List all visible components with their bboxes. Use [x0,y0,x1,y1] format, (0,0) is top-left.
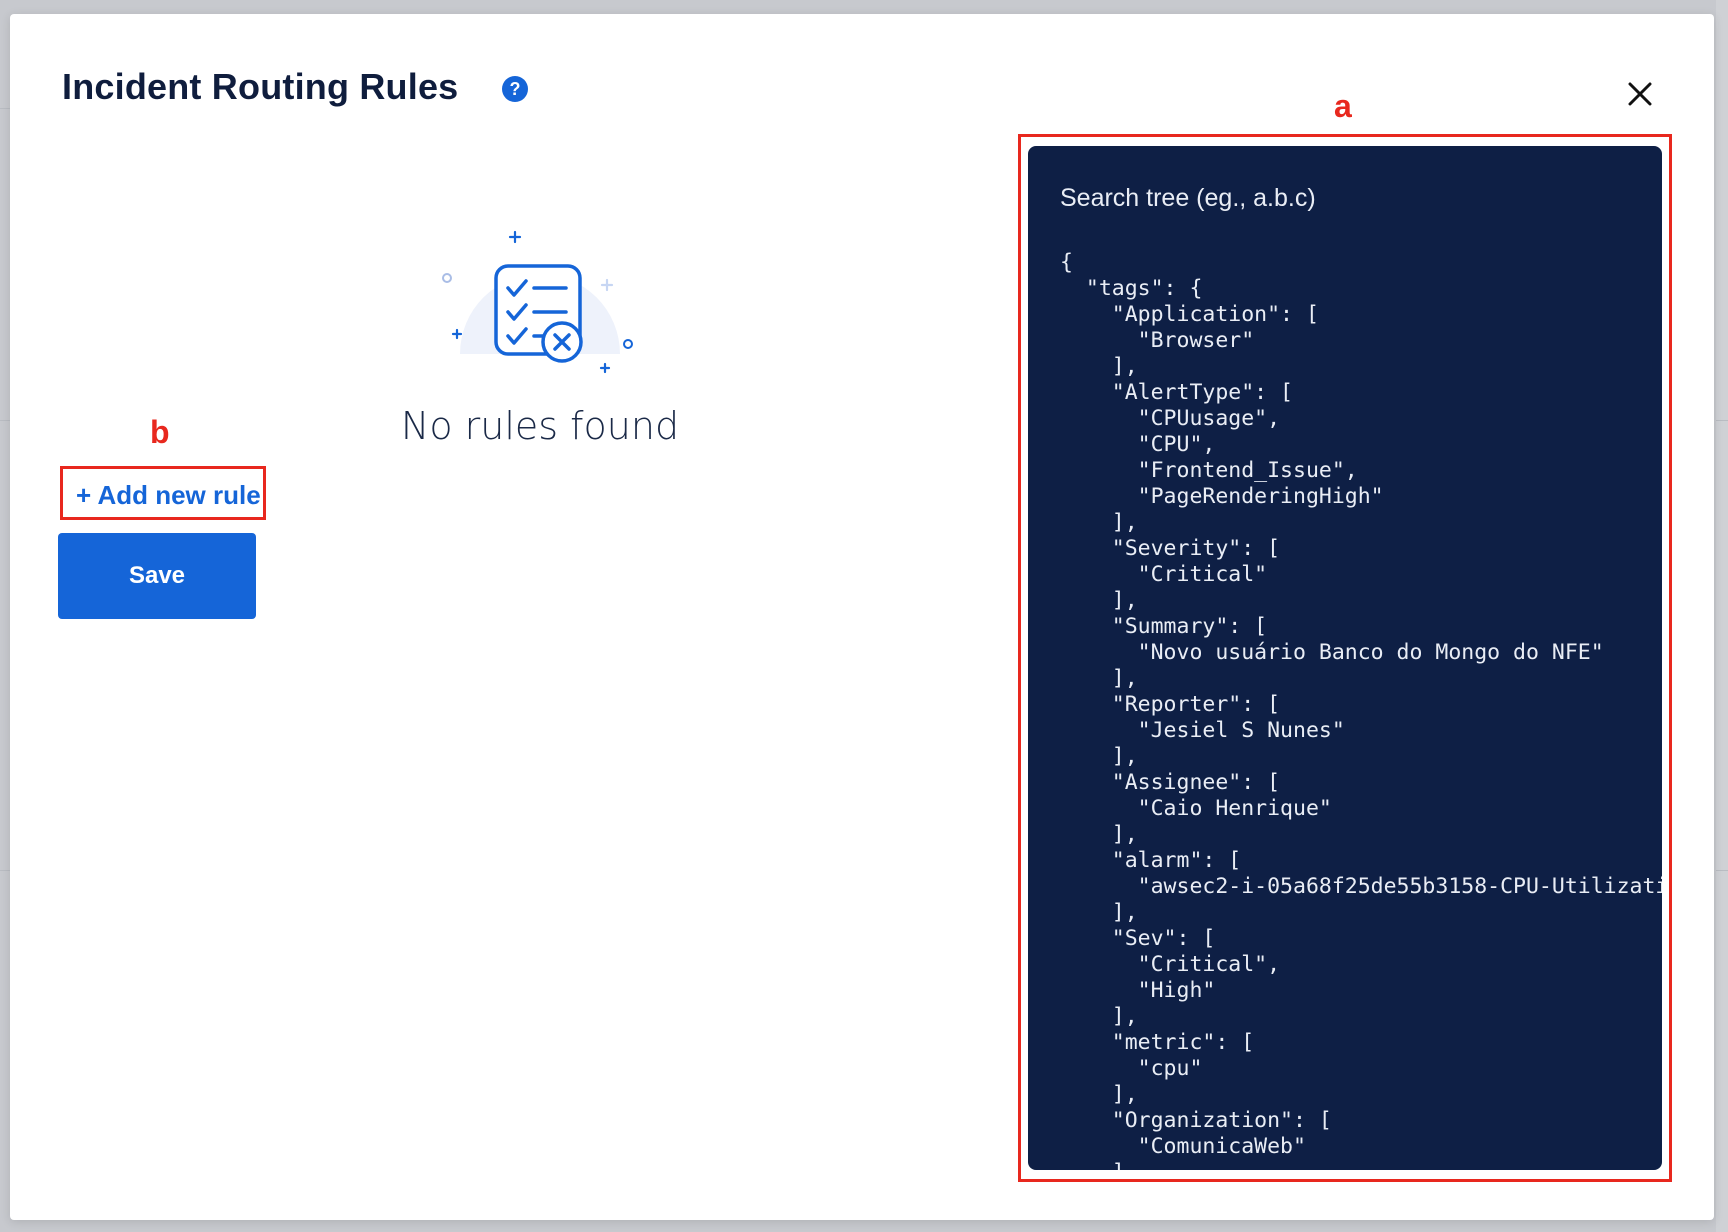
checklist-with-x-icon [442,230,633,374]
annotation-label-b: b [150,414,170,450]
incident-routing-rules-modal: Incident Routing Rules ? a No rules foun… [10,14,1714,1220]
json-tree-line: "Reporter": [ [1060,692,1281,717]
backdrop-divider [0,870,10,871]
json-tree-line: "Organization": [ [1060,1108,1332,1133]
json-tree-line: ], [1060,354,1138,379]
json-tree-line: "Assignee": [ [1060,770,1281,795]
json-tree-line: "Severity": [ [1060,536,1281,561]
json-tree-line: "Browser" [1060,328,1255,353]
json-tree-line: "High" [1060,978,1216,1003]
close-button[interactable] [1622,76,1658,112]
backdrop-divider [1716,420,1728,421]
backdrop-divider [0,420,10,421]
json-tree-line: "CPU", [1060,432,1216,457]
json-tree-line: "AlertType": [ [1060,380,1293,405]
backdrop-divider [1716,870,1728,871]
json-tree-line: "Jesiel S Nunes" [1060,718,1345,743]
json-tree-view[interactable]: { "tags": { "Application": [ "Browser" ]… [1060,250,1662,1170]
json-tree-line: "Sev": [ [1060,926,1216,951]
json-tree-line: "Critical" [1060,562,1268,587]
json-tree-line: "awsec2-i-05a68f25de55b3158-CPU-Utilizat… [1060,874,1662,899]
json-tree-line: "CPUusage", [1060,406,1281,431]
json-tree-line: "Novo usuário Banco do Mongo do NFE" [1060,640,1604,665]
json-tree-line: ], [1060,1004,1138,1029]
json-tree-line: "Frontend_Issue", [1060,458,1358,483]
json-tree-line: "metric": [ [1060,1030,1255,1055]
empty-state-message: No rules found [400,404,680,448]
add-new-rule-link[interactable]: + Add new rule [76,480,261,511]
json-tree-line: ], [1060,1160,1662,1170]
json-tree-line: "tags": { [1060,276,1203,301]
save-button[interactable]: Save [58,533,256,619]
backdrop-right-edge [1716,0,1728,1232]
json-tree-line: ], [1060,1082,1138,1107]
close-icon [1628,82,1652,106]
json-tree-line: { [1060,250,1073,275]
json-tree-line: ], [1060,822,1138,847]
json-tree-panel: { "tags": { "Application": [ "Browser" ]… [1028,146,1662,1170]
json-tree-line: ], [1060,588,1138,613]
json-tree-line: ], [1060,510,1138,535]
json-tree-line: "alarm": [ [1060,848,1242,873]
json-tree-line: "Summary": [ [1060,614,1268,639]
json-tree-line: "PageRenderingHigh" [1060,484,1384,509]
help-icon[interactable]: ? [502,76,528,102]
annotation-label-a: a [1334,88,1352,124]
json-tree-line: "Caio Henrique" [1060,796,1332,821]
json-tree-line: ], [1060,744,1138,769]
json-tree-line: "Critical", [1060,952,1281,977]
json-tree-line: "ComunicaWeb" [1060,1134,1306,1159]
json-tree-line: ], [1060,900,1138,925]
search-tree-input[interactable] [1060,184,1620,213]
json-tree-line: "cpu" [1060,1056,1203,1081]
modal-title: Incident Routing Rules [62,66,459,107]
backdrop-divider [0,108,10,109]
json-tree-line: "Application": [ [1060,302,1319,327]
json-tree-line: ], [1060,666,1138,691]
